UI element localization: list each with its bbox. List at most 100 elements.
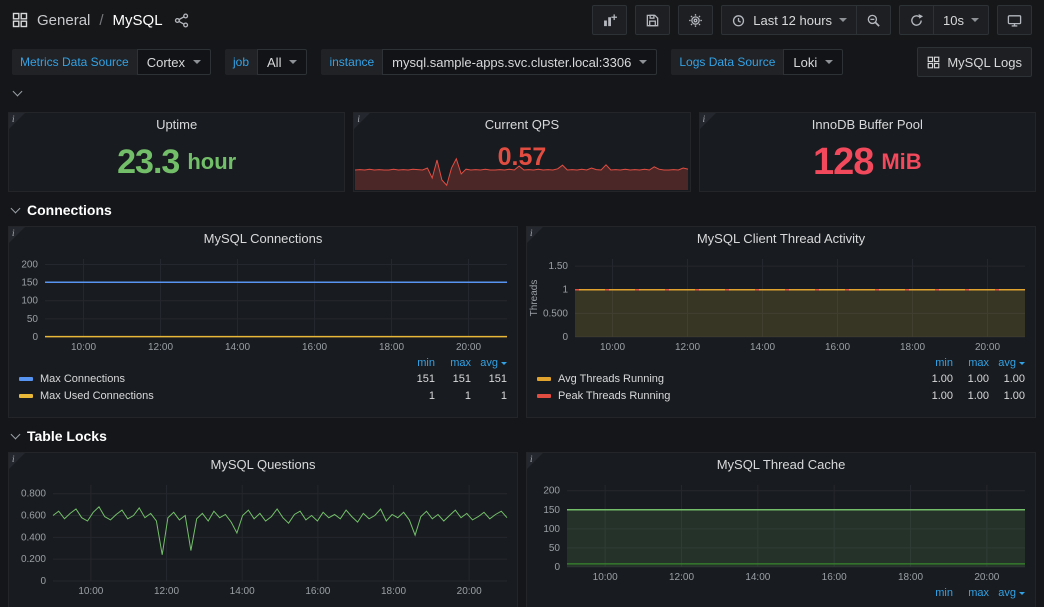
svg-text:0: 0 <box>40 576 46 587</box>
clock-icon <box>731 13 746 28</box>
legend-header: minmaxavg <box>537 586 1025 600</box>
legend-series-value: 151 <box>471 373 507 385</box>
chevron-down-icon <box>839 18 847 22</box>
section-table-locks[interactable]: Table Locks <box>0 418 1044 452</box>
uptime-unit: hour <box>187 149 236 175</box>
panel-title[interactable]: MySQL Client Thread Activity <box>527 227 1035 251</box>
chevron-down-icon <box>501 362 507 365</box>
svg-text:10:00: 10:00 <box>71 342 96 353</box>
panel-info-icon[interactable] <box>9 453 25 469</box>
connections-row: i MySQL Connections 10:0012:0014:0016:00… <box>0 226 1044 418</box>
panel-info-icon[interactable] <box>9 227 25 243</box>
variable-value-job[interactable]: All <box>257 49 307 75</box>
mysql-connections-chart[interactable]: 10:0012:0014:0016:0018:0020:000501001502… <box>9 251 517 355</box>
svg-text:20:00: 20:00 <box>457 586 482 597</box>
section-connections[interactable]: Connections <box>0 192 1044 226</box>
zoom-out-button[interactable] <box>857 5 891 35</box>
breadcrumb-dashboard-title[interactable]: MySQL <box>113 12 163 29</box>
panel-title[interactable]: Uptime <box>9 113 344 137</box>
panel-title[interactable]: Current QPS <box>354 113 689 137</box>
chevron-down-icon <box>13 87 23 97</box>
variable-label-metrics-datasource: Metrics Data Source <box>12 49 137 75</box>
add-panel-button[interactable] <box>592 5 627 35</box>
legend-series-value: 1.00 <box>989 390 1025 402</box>
variable-value-logs-datasource[interactable]: Loki <box>783 49 843 75</box>
dashboard-settings-button[interactable] <box>678 5 713 35</box>
legend-sort-max[interactable]: max <box>435 357 471 369</box>
save-dashboard-button[interactable] <box>635 5 670 35</box>
panel-info-icon[interactable] <box>527 453 543 469</box>
variable-value-metrics-datasource[interactable]: Cortex <box>137 49 211 75</box>
legend-series-value: 151 <box>435 373 471 385</box>
legend-sort-avg[interactable]: avg <box>471 357 507 369</box>
buffer-pool-value: 128 <box>813 141 873 184</box>
row-collapse-toggle[interactable] <box>0 82 1044 104</box>
share-icon[interactable] <box>174 13 189 28</box>
cycle-view-mode-button[interactable] <box>997 5 1032 35</box>
thread-cache-chart[interactable]: 10:0012:0014:0016:0018:0020:000501001502… <box>527 477 1035 585</box>
chevron-down-icon <box>289 60 297 64</box>
variable-value-instance[interactable]: mysql.sample-apps.svc.cluster.local:3306 <box>382 49 657 75</box>
legend-sort-max[interactable]: max <box>953 357 989 369</box>
legend-sort-min[interactable]: min <box>917 357 953 369</box>
svg-text:20:00: 20:00 <box>974 572 999 583</box>
legend-series[interactable]: Avg Threads Running1.001.001.00 <box>537 370 1025 387</box>
legend-series-value: 1.00 <box>917 373 953 385</box>
svg-text:18:00: 18:00 <box>379 342 404 353</box>
chevron-down-icon <box>11 204 21 214</box>
svg-text:18:00: 18:00 <box>898 572 923 583</box>
panel-thread-cache: i MySQL Thread Cache 10:0012:0014:0016:0… <box>526 452 1036 607</box>
panel-title[interactable]: MySQL Questions <box>9 453 517 477</box>
uptime-value: 23.3 <box>117 143 179 182</box>
svg-text:16:00: 16:00 <box>305 586 330 597</box>
legend-sort-avg[interactable]: avg <box>989 587 1025 599</box>
legend-series-value: 1.00 <box>989 373 1025 385</box>
panel-title[interactable]: MySQL Thread Cache <box>527 453 1035 477</box>
panel-title[interactable]: InnoDB Buffer Pool <box>700 113 1035 137</box>
legend-series[interactable]: Max Used Connections111 <box>19 387 507 404</box>
svg-text:18:00: 18:00 <box>381 586 406 597</box>
panel-info-icon[interactable] <box>527 227 543 243</box>
chevron-down-icon <box>825 60 833 64</box>
refresh-interval-picker[interactable]: 10s <box>934 5 989 35</box>
variable-selected-value: mysql.sample-apps.svc.cluster.local:3306 <box>392 55 631 70</box>
legend-series-icon <box>19 377 33 381</box>
svg-text:50: 50 <box>27 314 39 325</box>
breadcrumb-folder[interactable]: General <box>37 12 90 29</box>
mysql-logs-label: MySQL Logs <box>947 55 1022 70</box>
legend-header: minmaxavg <box>537 356 1025 370</box>
svg-text:0: 0 <box>562 332 568 343</box>
svg-text:0.400: 0.400 <box>21 532 46 543</box>
section-title: Connections <box>27 202 112 218</box>
legend-series[interactable]: Peak Threads Running1.001.001.00 <box>537 387 1025 404</box>
svg-text:0: 0 <box>32 332 38 343</box>
panel-info-icon[interactable] <box>700 113 716 129</box>
chevron-down-icon <box>639 60 647 64</box>
time-range-picker[interactable]: Last 12 hours <box>721 5 857 35</box>
svg-text:200: 200 <box>543 486 560 497</box>
legend-series-name: Max Used Connections <box>40 390 399 402</box>
legend-series-value: 1 <box>399 390 435 402</box>
svg-text:12:00: 12:00 <box>669 572 694 583</box>
panel-info-icon[interactable] <box>9 113 25 129</box>
svg-text:16:00: 16:00 <box>825 342 850 353</box>
legend-series[interactable]: Max Connections151151151 <box>19 370 507 387</box>
panel-info-icon[interactable] <box>354 113 370 129</box>
svg-text:50: 50 <box>549 543 561 554</box>
legend-series-name: Avg Threads Running <box>558 373 917 385</box>
svg-text:1: 1 <box>562 285 568 296</box>
thread-activity-chart[interactable]: 10:0012:0014:0016:0018:0020:0000.50011.5… <box>527 251 1035 355</box>
legend-sort-min[interactable]: min <box>917 587 953 599</box>
mysql-connections-legend: minmaxavgMax Connections151151151Max Use… <box>9 355 517 404</box>
panel-mysql-questions: i MySQL Questions 10:0012:0014:0016:0018… <box>8 452 518 607</box>
mysql-questions-chart[interactable]: 10:0012:0014:0016:0018:0020:0000.2000.40… <box>9 477 517 599</box>
mysql-logs-button[interactable]: MySQL Logs <box>917 47 1032 77</box>
refresh-button[interactable] <box>899 5 934 35</box>
legend-sort-max[interactable]: max <box>953 587 989 599</box>
legend-sort-avg[interactable]: avg <box>989 357 1025 369</box>
dashboards-grid-icon[interactable] <box>12 12 28 28</box>
legend-sort-min[interactable]: min <box>399 357 435 369</box>
panel-title[interactable]: MySQL Connections <box>9 227 517 251</box>
variable-instance: instance mysql.sample-apps.svc.cluster.l… <box>321 49 657 75</box>
chevron-down-icon <box>1019 592 1025 595</box>
